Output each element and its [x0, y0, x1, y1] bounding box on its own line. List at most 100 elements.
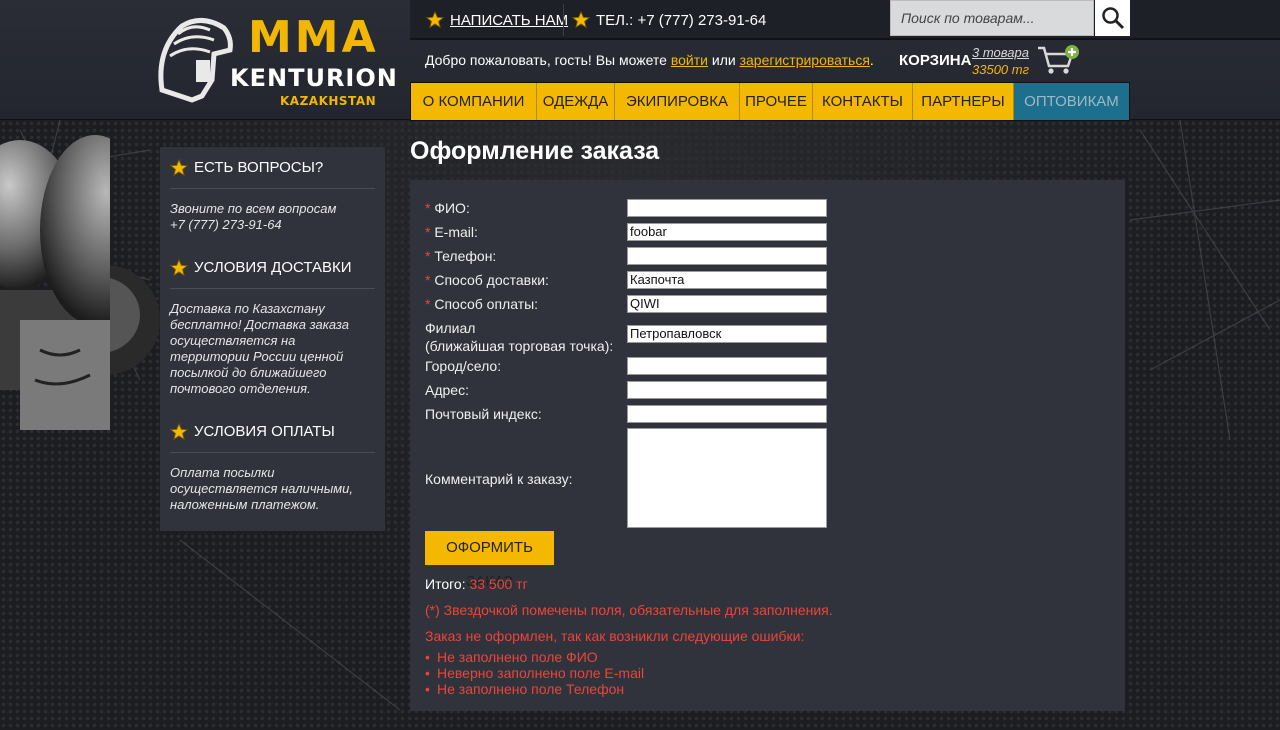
nav-item-other[interactable]: ПРОЧЕЕ [740, 83, 813, 120]
form-row-payment: * Способ оплаты: QIWI [425, 295, 845, 315]
nav-item-partners[interactable]: ПАРТНЕРЫ [913, 83, 1014, 120]
field-label-text: Способ оплаты: [434, 296, 539, 312]
required-mark: * [425, 224, 431, 240]
logo-mma-text: MMA [248, 12, 379, 63]
welcome-period: . [869, 52, 874, 68]
nav-item-contacts[interactable]: КОНТАКТЫ [813, 83, 913, 120]
search-input[interactable]: Поиск по товарам... [890, 0, 1094, 36]
form-row-email: * E-mail: foobar [425, 223, 845, 243]
error-item: Не заполнено поле ФИО [425, 649, 644, 665]
fighter-right-image [20, 135, 110, 430]
branch-label-line2: (ближайшая торговая точка): [425, 338, 614, 354]
topbar-divider [563, 4, 564, 36]
order-total: Итого: 33 500 тг [425, 576, 528, 592]
form-row-phone: * Телефон: [425, 247, 845, 267]
sidebar-heading-delivery: УСЛОВИЯ ДОСТАВКИ [170, 247, 375, 289]
site-header: MMA KENTURION KAZAKHSTAN НАПИСАТЬ НАМ ТЕ… [0, 0, 1280, 121]
sidebar-heading-payment: УСЛОВИЯ ОПЛАТЫ [170, 411, 375, 453]
required-mark: * [425, 200, 431, 216]
star-icon [426, 11, 444, 29]
field-label-email: * E-mail: [425, 223, 478, 241]
phone-field[interactable] [627, 247, 827, 265]
branch-label-line1: Филиал [425, 320, 476, 336]
nav-item-clothing[interactable]: ОДЕЖДА [537, 83, 615, 120]
spartan-helmet-icon [158, 18, 233, 103]
required-mark: * [425, 296, 431, 312]
nav-item-wholesale[interactable]: ОПТОВИКАМ [1014, 83, 1129, 120]
error-list: Не заполнено поле ФИО Неверно заполнено … [425, 649, 644, 697]
cart-icon[interactable] [1036, 44, 1080, 76]
search-button[interactable] [1095, 0, 1130, 36]
nav-item-about[interactable]: О КОМПАНИИ [411, 83, 537, 120]
field-label-text: Способ доставки: [434, 272, 549, 288]
search-icon [1101, 7, 1124, 30]
city-field[interactable] [627, 357, 827, 375]
form-row-city: Город/село: [425, 357, 845, 377]
main-nav: О КОМПАНИИ ОДЕЖДА ЭКИПИРОВКА ПРОЧЕЕ КОНТ… [410, 82, 1130, 121]
field-label-city: Город/село: [425, 358, 502, 374]
star-icon [170, 158, 188, 176]
logo-kenturion-text: KENTURION [230, 64, 398, 92]
star-icon [170, 258, 188, 276]
form-row-delivery: * Способ доставки: Казпочта [425, 271, 845, 291]
zip-field[interactable] [627, 405, 827, 423]
welcome-message: Добро пожаловать, гость! Вы можете войти… [425, 52, 874, 68]
comment-textarea[interactable] [627, 428, 827, 528]
sidebar-questions-text: Звоните по всем вопросам +7 (777) 273-91… [170, 189, 375, 247]
register-link[interactable]: зарегистрироваться [740, 52, 870, 68]
sidebar-heading-label: УСЛОВИЯ ДОСТАВКИ [194, 259, 352, 276]
sidebar-payment-text: Оплата посылки осуществляется наличными,… [170, 465, 354, 512]
logo-kazakhstan-text: KAZAKHSTAN [280, 94, 377, 108]
field-label-payment: * Способ оплаты: [425, 295, 538, 313]
field-label-delivery: * Способ доставки: [425, 271, 549, 289]
field-label-address: Адрес: [425, 382, 469, 398]
address-field[interactable] [627, 381, 827, 399]
field-label-comment: Комментарий к заказу: [425, 471, 573, 487]
payment-method-field[interactable]: QIWI [627, 295, 827, 313]
order-form: * ФИО: * E-mail: foobar * Телефон: * Спо… [410, 180, 1125, 711]
star-icon [170, 422, 188, 440]
sidebar-delivery-text: Доставка по Казахстану бесплатно! Достав… [170, 301, 349, 396]
error-item: Не заполнено поле Телефон [425, 681, 644, 697]
site-logo[interactable]: MMA KENTURION KAZAKHSTAN [152, 10, 407, 110]
total-label: Итого: [425, 576, 470, 592]
required-mark: * [425, 272, 431, 288]
required-note: (*) Звездочкой помечены поля, обязательн… [425, 602, 833, 618]
total-value: 33 500 тг [469, 576, 528, 592]
form-row-address: Адрес: [425, 381, 845, 401]
nav-item-equipment[interactable]: ЭКИПИРОВКА [615, 83, 740, 120]
cart-sum: 33500 тг [972, 62, 1030, 77]
error-item: Неверно заполнено поле E-mail [425, 665, 644, 681]
field-label-text: E-mail: [434, 224, 478, 240]
sidebar-heading-label: ЕСТЬ ВОПРОСЫ? [194, 159, 324, 176]
page-title: Оформление заказа [410, 137, 660, 165]
sidebar-heading-questions: ЕСТЬ ВОПРОСЫ? [170, 147, 375, 189]
form-row-branch: Филиал (ближайшая торговая точка): Петро… [425, 319, 845, 355]
error-heading: Заказ не оформлен, так как возникли след… [425, 628, 805, 644]
write-us-label: НАПИСАТЬ НАМ [450, 11, 569, 29]
field-label-fio: * ФИО: [425, 199, 470, 217]
required-mark: * [425, 248, 431, 264]
phone-text: ТЕЛ.: +7 (777) 273-91-64 [596, 11, 767, 29]
form-row-zip: Почтовый индекс: [425, 405, 845, 425]
submit-order-button[interactable]: ОФОРМИТЬ ЗАКАЗ [425, 531, 554, 590]
info-sidebar: ЕСТЬ ВОПРОСЫ? Звоните по всем вопросам +… [160, 147, 385, 531]
field-label-text: Телефон: [434, 248, 497, 264]
login-link[interactable]: войти [671, 52, 708, 68]
sidebar-questions-line: Звоните по всем вопросам [170, 201, 337, 216]
field-label-text: ФИО: [434, 200, 470, 216]
star-icon [572, 11, 590, 29]
cart-label[interactable]: КОРЗИНА [899, 52, 971, 69]
field-label-zip: Почтовый индекс: [425, 406, 542, 422]
fio-field[interactable] [627, 199, 827, 217]
email-field[interactable]: foobar [627, 223, 827, 241]
header-phone: ТЕЛ.: +7 (777) 273-91-64 [572, 0, 766, 40]
form-row-fio: * ФИО: [425, 199, 845, 219]
delivery-method-field[interactable]: Казпочта [627, 271, 827, 289]
cart-items-link[interactable]: 3 товара [972, 45, 1029, 60]
write-us-link[interactable]: НАПИСАТЬ НАМ [426, 0, 568, 40]
branch-field[interactable]: Петропавловск [627, 325, 827, 343]
sidebar-heading-label: УСЛОВИЯ ОПЛАТЫ [194, 423, 335, 440]
field-label-branch: Филиал (ближайшая торговая точка): [425, 319, 613, 355]
welcome-prefix: Добро пожаловать, гость! Вы можете [425, 52, 671, 68]
